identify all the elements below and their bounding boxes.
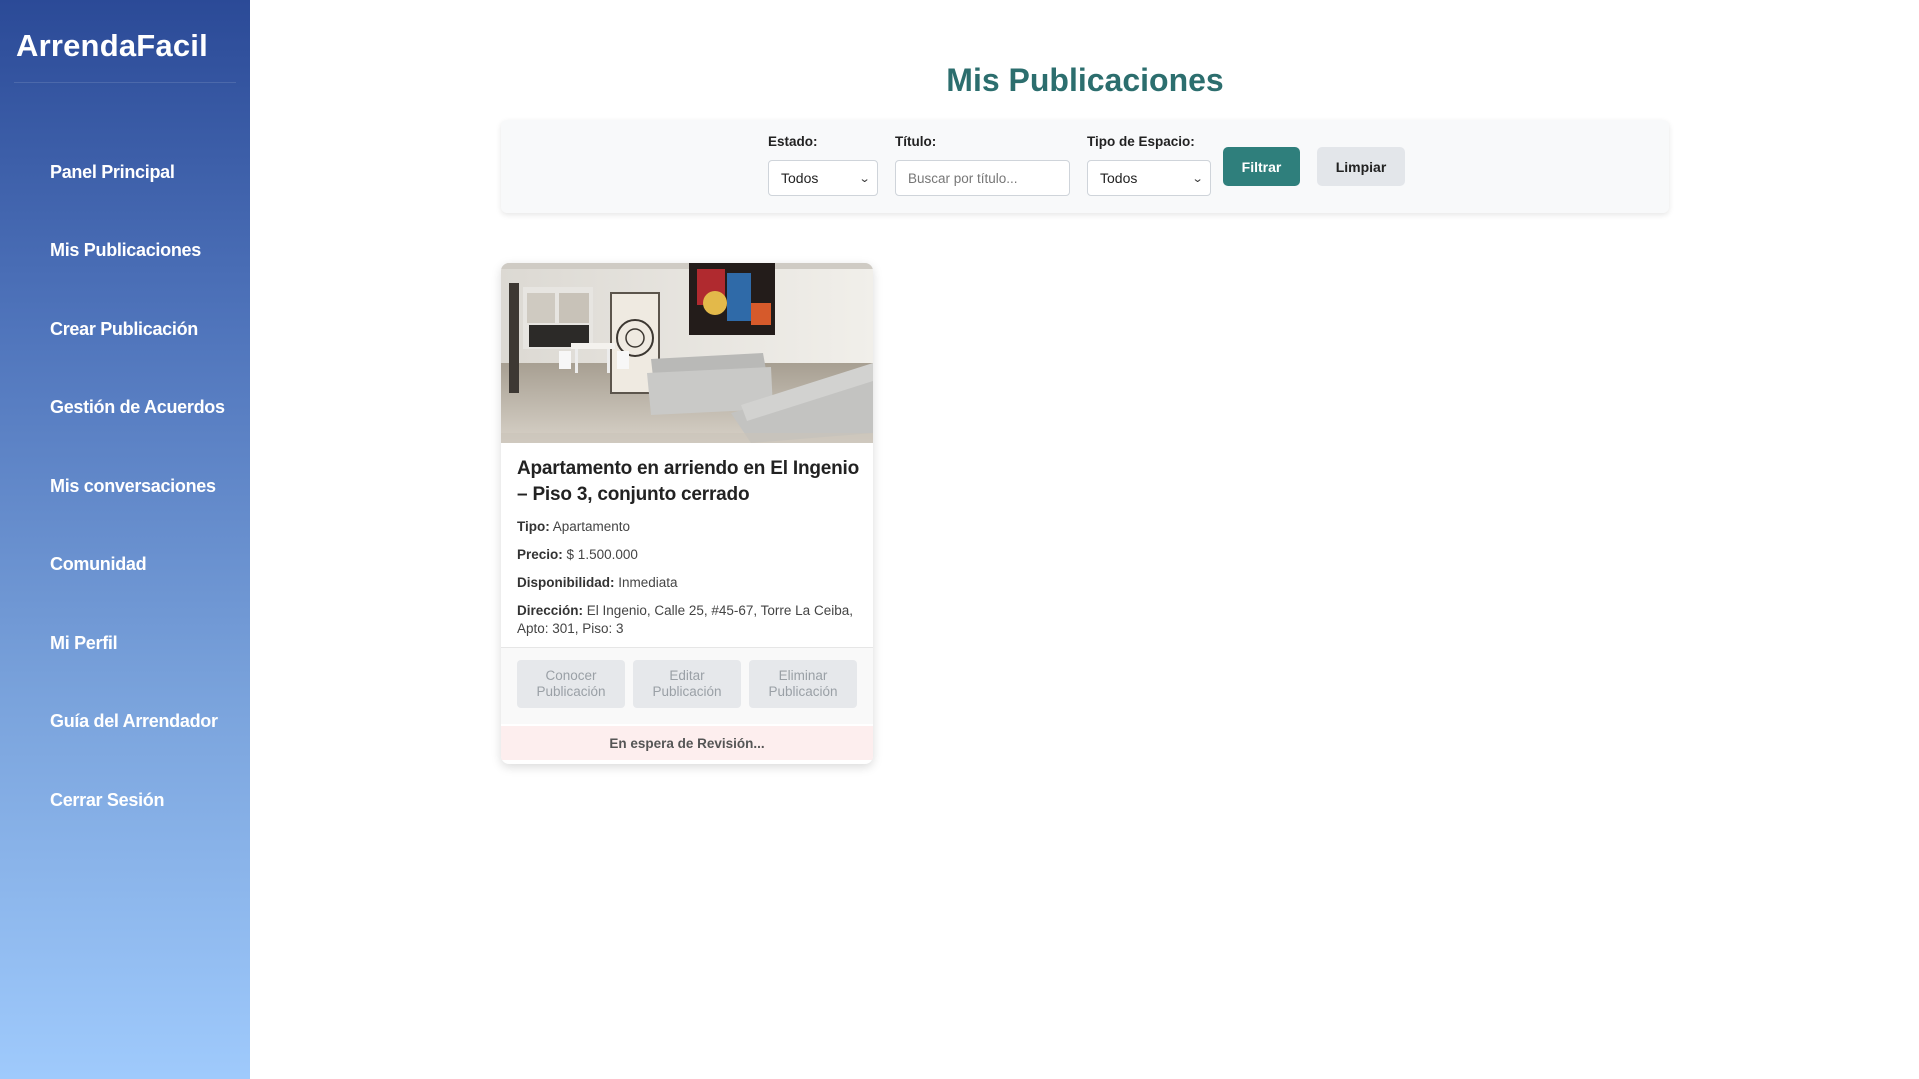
tipo-select-value: Todos: [1100, 170, 1138, 186]
apartment-photo: [501, 263, 873, 443]
estado-select-value: Todos: [781, 170, 819, 186]
editar-publicacion-button[interactable]: Editar Publicación: [633, 660, 741, 708]
page-title: Mis Publicaciones: [946, 62, 1224, 98]
sidebar-item-label[interactable]: Mis Publicaciones: [50, 240, 201, 261]
sidebar-item-label[interactable]: Cerrar Sesión: [50, 790, 164, 811]
sidebar-item-crear-publicacion[interactable]: Crear Publicación: [0, 290, 250, 369]
tipo-select[interactable]: Todos ⌄: [1087, 160, 1211, 196]
sidebar-item-label[interactable]: Mi Perfil: [50, 633, 118, 654]
sidebar-item-label[interactable]: Gestión de Acuerdos: [50, 397, 225, 418]
direccion-field-label: Dirección:: [517, 603, 584, 618]
chevron-down-icon: ⌄: [1191, 172, 1204, 185]
titulo-filter: Título: Buscar por título...: [895, 134, 1070, 196]
sidebar-item-label[interactable]: Crear Publicación: [50, 319, 198, 340]
tipo-label: Tipo de Espacio:: [1087, 134, 1195, 149]
estado-label: Estado:: [768, 134, 818, 149]
estado-filter: Estado: Todos ⌄: [768, 134, 878, 196]
listing-precio: Precio: $ 1.500.000: [517, 546, 863, 564]
tipo-filter: Tipo de Espacio: Todos ⌄: [1087, 134, 1211, 196]
sidebar: ArrendaFacil Panel Principal Mis Publica…: [0, 0, 250, 1079]
disponibilidad-value: Inmediata: [618, 575, 678, 590]
sidebar-item-label[interactable]: Panel Principal: [50, 162, 175, 183]
listing-image[interactable]: [501, 263, 873, 443]
chevron-down-icon: ⌄: [858, 172, 871, 185]
estado-select[interactable]: Todos ⌄: [768, 160, 878, 196]
precio-field-label: Precio:: [517, 547, 563, 562]
listing-disponibilidad: Disponibilidad: Inmediata: [517, 574, 863, 592]
filtrar-button[interactable]: Filtrar: [1223, 147, 1300, 186]
eliminar-publicacion-button[interactable]: Eliminar Publicación: [749, 660, 857, 708]
sidebar-item-label[interactable]: Guía del Arrendador: [50, 711, 218, 732]
review-status-badge: En espera de Revisión...: [501, 726, 873, 760]
listing-title[interactable]: Apartamento en arriendo en El Ingenio – …: [517, 456, 863, 508]
sidebar-item-guia-arrendador[interactable]: Guía del Arrendador: [0, 683, 250, 762]
tipo-field-label: Tipo:: [517, 519, 550, 534]
listing-actions: Conocer Publicación Editar Publicación E…: [501, 647, 873, 724]
sidebar-item-mi-perfil[interactable]: Mi Perfil: [0, 604, 250, 683]
brand-logo[interactable]: ArrendaFacil: [16, 28, 208, 64]
main-content: Mis Publicaciones Estado: Todos ⌄ Título…: [250, 0, 1919, 1079]
sidebar-item-gestion-acuerdos[interactable]: Gestión de Acuerdos: [0, 369, 250, 448]
tipo-value: Apartamento: [552, 519, 631, 534]
sidebar-item-conversaciones[interactable]: Mis conversaciones: [0, 447, 250, 526]
sidebar-item-label[interactable]: Comunidad: [50, 554, 147, 575]
listing-direccion: Dirección: El Ingenio, Calle 25, #45-67,…: [517, 602, 863, 638]
brand-divider: [14, 82, 236, 83]
precio-value: $ 1.500.000: [566, 547, 638, 562]
sidebar-item-cerrar-sesion[interactable]: Cerrar Sesión: [0, 761, 250, 840]
sidebar-nav: Panel Principal Mis Publicaciones Crear …: [0, 133, 250, 840]
disponibilidad-field-label: Disponibilidad:: [517, 575, 615, 590]
sidebar-item-comunidad[interactable]: Comunidad: [0, 526, 250, 605]
listing-body: Apartamento en arriendo en El Ingenio – …: [517, 456, 863, 638]
conocer-publicacion-button[interactable]: Conocer Publicación: [517, 660, 625, 708]
sidebar-item-mis-publicaciones[interactable]: Mis Publicaciones: [0, 212, 250, 291]
sidebar-item-label[interactable]: Mis conversaciones: [50, 476, 216, 497]
listing-tipo: Tipo: Apartamento: [517, 518, 863, 536]
filter-bar: Estado: Todos ⌄ Título: Buscar por títul…: [501, 120, 1669, 213]
listing-card: Apartamento en arriendo en El Ingenio – …: [501, 263, 873, 764]
titulo-label: Título:: [895, 134, 937, 149]
sidebar-item-panel-principal[interactable]: Panel Principal: [0, 133, 250, 212]
limpiar-button[interactable]: Limpiar: [1317, 147, 1405, 186]
titulo-search-input[interactable]: Buscar por título...: [895, 160, 1070, 196]
